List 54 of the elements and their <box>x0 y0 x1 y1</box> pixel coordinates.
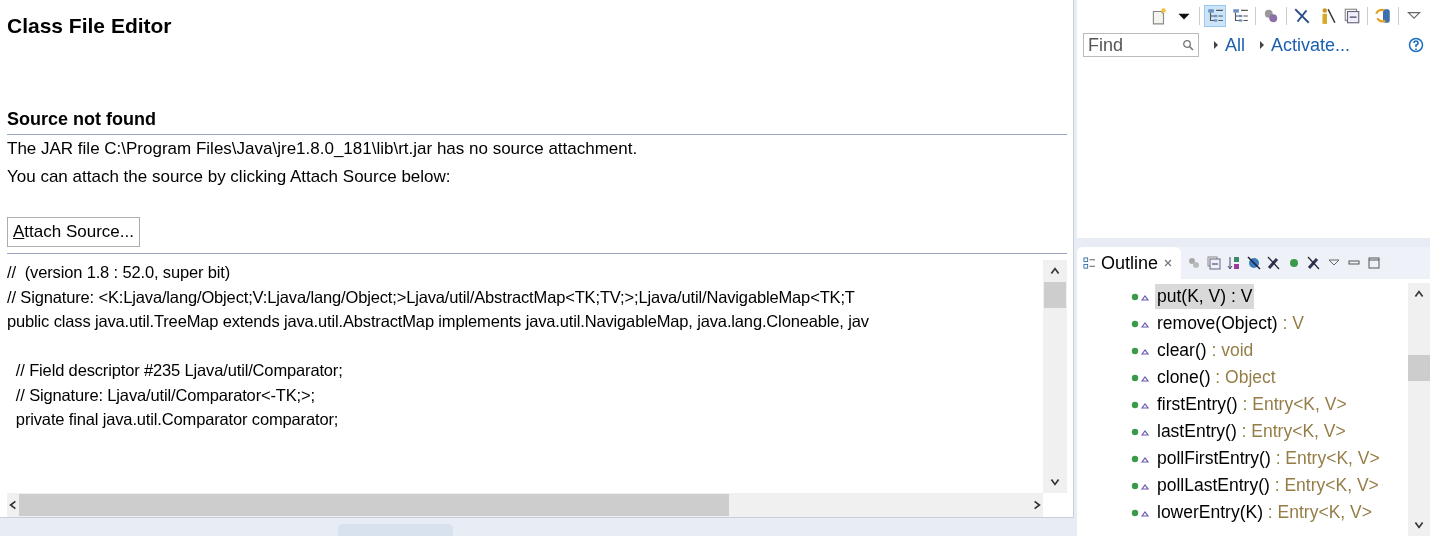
method-icon <box>1131 291 1151 302</box>
method-icon <box>1131 453 1151 464</box>
tab-label: Outline <box>1101 252 1159 274</box>
message-text: The JAR file C:\Program Files\Java\jre1.8.0_181\lib\rt.jar has no source attachment. <box>7 138 639 160</box>
method-icon <box>1131 345 1151 356</box>
close-icon[interactable] <box>1163 258 1174 268</box>
outline-item[interactable]: remove(Object) : V <box>1155 311 1306 336</box>
method-icon <box>1131 399 1151 410</box>
code-line: public class java.util.TreeMap extends java.util.AbstractMap implements java.util.NavigableMap, java.lang.Cloneable, jav <box>7 311 870 332</box>
outline-tab[interactable]: Outline <box>1077 247 1182 279</box>
vertical-scrollbar[interactable] <box>1408 283 1430 536</box>
method-icon <box>1131 426 1151 437</box>
editor-title: Class File Editor <box>7 14 173 39</box>
code-line: // Signature: Ljava/util/Comparator<-TK;>; <box>14 384 316 406</box>
sort-icon[interactable] <box>1227 256 1242 270</box>
outline-item[interactable]: pollFirstEntry() : Entry<K, V> <box>1155 446 1382 471</box>
outline-item[interactable]: clear() : void <box>1155 338 1256 363</box>
outline-item[interactable]: lowerEntry(K) : Entry<K, V> <box>1155 500 1374 525</box>
tree-list-icon[interactable] <box>1205 6 1225 26</box>
horizontal-scrollbar[interactable] <box>7 493 1043 517</box>
collapse-all-icon[interactable] <box>1342 6 1362 26</box>
collapse-all-icon[interactable] <box>1207 256 1222 270</box>
section-heading: Source not found <box>7 109 1067 135</box>
outline-item[interactable]: lastEntry() : Entry<K, V> <box>1155 419 1348 444</box>
hide-fields-icon[interactable] <box>1247 256 1262 270</box>
method-icon <box>1131 372 1151 383</box>
cross-icon[interactable] <box>1292 6 1312 26</box>
outline-item[interactable]: clone() : Object <box>1155 365 1278 390</box>
database-sync-icon[interactable] <box>1373 6 1393 26</box>
code-line: // Field descriptor #235 Ljava/util/Comparator; <box>14 360 344 381</box>
help-icon[interactable] <box>1408 37 1424 53</box>
filter-link[interactable]: All <box>1225 34 1245 56</box>
method-icon <box>1131 507 1151 518</box>
message-text: You can attach the source by clicking Attach Source below: <box>7 166 452 188</box>
outline-item[interactable]: pollLastEntry() : Entry<K, V> <box>1155 473 1381 498</box>
method-icon <box>1131 318 1151 329</box>
code-line: // (version 1.8 : 52.0, super bit) <box>7 262 232 283</box>
maximize-icon[interactable] <box>1367 256 1382 270</box>
scroll-thumb[interactable] <box>1044 282 1066 308</box>
scroll-thumb[interactable] <box>19 494 729 516</box>
scroll-thumb[interactable] <box>1408 355 1430 381</box>
outline-item[interactable]: firstEntry() : Entry<K, V> <box>1155 392 1349 417</box>
triangle-icon <box>1259 40 1265 50</box>
search-icon <box>1182 39 1194 51</box>
filter-link[interactable]: Activate... <box>1271 34 1351 56</box>
outline-icon <box>1083 256 1096 270</box>
code-line: private final java.util.Comparator comparator; <box>14 409 340 430</box>
method-icon <box>1131 480 1151 491</box>
outline-item[interactable]: put(K, V) : V <box>1155 284 1255 309</box>
triangle-icon <box>1213 40 1219 50</box>
vertical-scrollbar[interactable] <box>1043 260 1067 493</box>
attach-source-button[interactable]: Attach Source... <box>7 217 140 247</box>
find-field[interactable]: Find <box>1083 33 1199 57</box>
code-line: // Signature: <K:Ljava/lang/Object;V:Ljava/lang/Object;>Ljava/util/AbstractMap<TK;TV;>;Ljava/util/NavigableMap<TK;T <box>7 286 856 308</box>
